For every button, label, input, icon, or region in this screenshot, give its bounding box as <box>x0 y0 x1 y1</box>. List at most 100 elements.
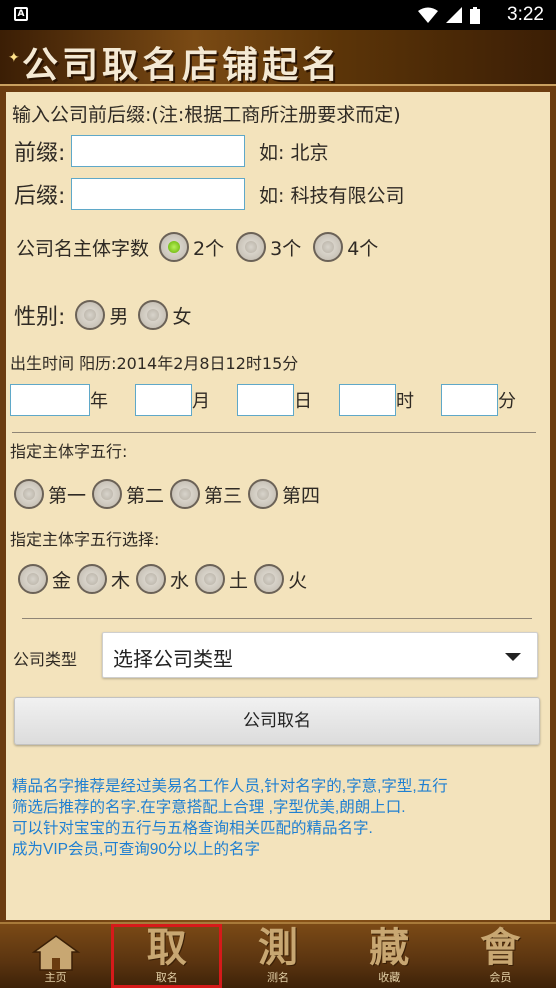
prefix-row: 前缀: 如: 北京 <box>14 134 328 168</box>
tab-favorites-label: 收藏 <box>378 971 401 984</box>
birth-day-input[interactable] <box>237 384 294 416</box>
element-position-radio-2[interactable] <box>92 479 123 509</box>
element-position-row: 第一 第二 第三 第四 <box>14 477 320 511</box>
element-radio-water[interactable] <box>136 564 167 594</box>
company-type-row: 公司类型 <box>13 646 77 670</box>
birth-year-input[interactable] <box>10 384 90 416</box>
month-unit: 月 <box>192 391 210 412</box>
element-choice-label: 指定主体字五行选择: <box>10 530 160 549</box>
gender-radio-male[interactable] <box>75 300 106 330</box>
prefix-label: 前缀: <box>14 141 66 166</box>
tab-member-label: 会员 <box>489 971 512 984</box>
suffix-input[interactable] <box>71 178 245 210</box>
element-position-label: 指定主体字五行: <box>10 442 128 461</box>
element-radio-fire[interactable] <box>254 564 285 594</box>
year-unit: 年 <box>90 391 108 412</box>
description-line: 筛选后推荐的名字.在字意搭配上合理 ,字型优美,朗朗上口. <box>12 799 406 816</box>
company-type-value: 选择公司类型 <box>113 647 233 671</box>
company-type-label: 公司类型 <box>13 650 78 669</box>
minute-unit: 分 <box>498 391 516 412</box>
birth-label: 出生时间 阳历:2014年2月8日12时15分 <box>10 354 299 373</box>
char-count-option-2: 2个 <box>193 237 225 260</box>
description-line: 精品名字推荐是经过美易名工作人员,针对名字的,字意,字型,五行 <box>12 778 448 795</box>
app-header: ✦ 公司取名店铺起名 <box>0 30 556 86</box>
element-position-option-4: 第四 <box>282 484 321 507</box>
char-count-label: 公司名主体字数 <box>16 237 150 260</box>
birth-row: 出生时间 阳历:2014年2月8日12时15分 <box>10 351 298 373</box>
char-count-option-3: 3个 <box>270 237 302 260</box>
element-choice-label-row: 指定主体字五行选择: <box>10 527 159 549</box>
char-count-radio-4[interactable] <box>313 232 344 262</box>
element-position-radio-4[interactable] <box>248 479 279 509</box>
hour-unit: 时 <box>396 391 414 412</box>
tab-test-name[interactable]: 測 测名 <box>222 924 333 988</box>
char-count-option-4: 4个 <box>347 237 379 260</box>
char-count-radio-2[interactable] <box>159 232 190 262</box>
day-unit: 日 <box>294 391 312 412</box>
notification-app-icon: A <box>14 7 28 21</box>
system-icons <box>418 6 480 24</box>
test-name-icon: 測 <box>258 924 298 971</box>
favorites-icon: 藏 <box>369 924 410 971</box>
element-position-radio-3[interactable] <box>170 479 201 509</box>
intro-row: 输入公司前后缀:(注:根据工商所注册要求而定) <box>12 100 401 126</box>
suffix-row: 后缀: 如: 科技有限公司 <box>14 177 404 211</box>
element-choice-row: 金 木 水 土 火 <box>18 562 307 596</box>
tab-test-name-label: 测名 <box>267 971 289 984</box>
element-option-water: 水 <box>170 569 190 592</box>
tab-favorites[interactable]: 藏 收藏 <box>334 924 445 988</box>
gender-option-female: 女 <box>172 305 192 328</box>
bottom-tab-bar: 主页 取 取名 測 测名 藏 收藏 會 会员 <box>0 922 556 988</box>
birth-hour-input[interactable] <box>339 384 396 416</box>
char-count-radio-3[interactable] <box>236 232 267 262</box>
naming-icon: 取 <box>146 924 187 971</box>
prefix-hint: 如: 北京 <box>259 141 329 164</box>
element-radio-wood[interactable] <box>77 564 108 594</box>
element-position-label-row: 指定主体字五行: <box>10 439 127 461</box>
battery-icon <box>470 6 480 24</box>
element-option-wood: 木 <box>111 569 131 592</box>
element-option-metal: 金 <box>52 569 72 592</box>
gender-option-male: 男 <box>109 305 129 328</box>
dropdown-arrow-icon <box>505 653 521 661</box>
suffix-hint: 如: 科技有限公司 <box>259 184 405 207</box>
gender-label: 性别: <box>14 305 66 330</box>
wifi-icon <box>418 7 438 23</box>
company-type-select[interactable]: 选择公司类型 <box>102 632 538 678</box>
tab-naming[interactable]: 取 取名 <box>111 924 223 988</box>
divider <box>22 618 532 619</box>
prefix-input[interactable] <box>71 135 245 167</box>
company-naming-button[interactable]: 公司取名 <box>14 697 540 745</box>
sparkle-icon: ✦ <box>8 50 20 66</box>
description-line: 可以针对宝宝的五行与五格查询相关匹配的精品名字. <box>12 820 373 837</box>
element-position-option-3: 第三 <box>204 484 243 507</box>
birth-minute-input[interactable] <box>441 384 498 416</box>
divider <box>12 432 536 433</box>
tab-naming-label: 取名 <box>155 971 178 984</box>
page-title: 公司取名店铺起名 <box>22 44 343 86</box>
gender-radio-female[interactable] <box>138 300 169 330</box>
element-position-option-2: 第二 <box>126 484 165 507</box>
tab-home-label: 主页 <box>44 971 67 984</box>
description-text: 精品名字推荐是经过美易名工作人员,针对名字的,字意,字型,五行 筛选后推荐的名字… <box>12 776 542 860</box>
gender-row: 性别: 男 女 <box>14 298 191 332</box>
suffix-label: 后缀: <box>14 184 66 209</box>
element-option-earth: 土 <box>229 569 249 592</box>
birth-inputs-row: 年 月 日 时 分 <box>10 383 516 417</box>
intro-text: 输入公司前后缀:(注:根据工商所注册要求而定) <box>12 103 401 126</box>
tab-member[interactable]: 會 会员 <box>445 924 556 988</box>
member-icon: 會 <box>480 924 521 971</box>
status-bar: A 3:22 <box>0 0 556 30</box>
description-line: 成为VIP会员,可查询90分以上的名字 <box>12 841 261 858</box>
home-icon <box>31 935 80 971</box>
signal-icon <box>446 7 462 23</box>
tab-home[interactable]: 主页 <box>0 924 111 988</box>
char-count-row: 公司名主体字数 2个 3个 4个 <box>16 230 378 264</box>
element-radio-metal[interactable] <box>18 564 48 594</box>
birth-month-input[interactable] <box>135 384 192 416</box>
element-position-radio-1[interactable] <box>14 479 44 509</box>
element-radio-earth[interactable] <box>195 564 226 594</box>
clock: 3:22 <box>507 4 544 25</box>
element-position-option-1: 第一 <box>48 484 87 507</box>
element-option-fire: 火 <box>288 569 308 592</box>
